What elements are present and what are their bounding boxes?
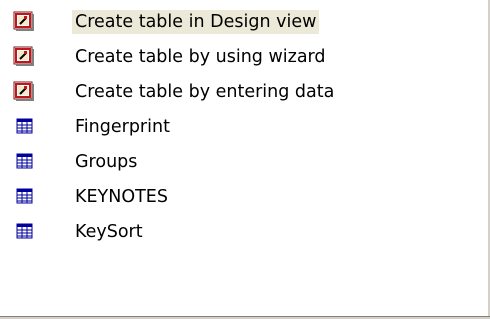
list-item-table-keynotes[interactable]: KEYNOTES — [0, 179, 486, 214]
objects-list: Create table in Design view Create table… — [0, 4, 486, 249]
list-item-label: Fingerprint — [75, 117, 170, 137]
list-item-table-groups[interactable]: Groups — [0, 144, 486, 179]
list-item-label: Groups — [75, 152, 138, 172]
list-item-create-using-wizard[interactable]: Create table by using wizard — [0, 39, 486, 74]
list-item-label: Create table in Design view — [72, 10, 320, 34]
list-item-label: Create table by entering data — [75, 82, 335, 102]
shortcut-wand-icon — [13, 80, 35, 102]
table-icon — [13, 115, 35, 137]
list-item-table-keysort[interactable]: KeySort — [0, 214, 486, 249]
list-item-table-fingerprint[interactable]: Fingerprint — [0, 109, 486, 144]
table-icon — [13, 185, 35, 207]
table-objects-list-pane: Create table in Design view Create table… — [0, 0, 490, 319]
table-icon — [13, 150, 35, 172]
list-item-create-design-view[interactable]: Create table in Design view — [0, 4, 486, 39]
shortcut-wand-icon — [13, 10, 35, 32]
table-icon — [13, 220, 35, 242]
list-item-label: Create table by using wizard — [75, 47, 326, 67]
list-item-label: KeySort — [75, 222, 143, 242]
shortcut-wand-icon — [13, 45, 35, 67]
list-item-label: KEYNOTES — [75, 187, 168, 207]
list-item-create-entering-data[interactable]: Create table by entering data — [0, 74, 486, 109]
